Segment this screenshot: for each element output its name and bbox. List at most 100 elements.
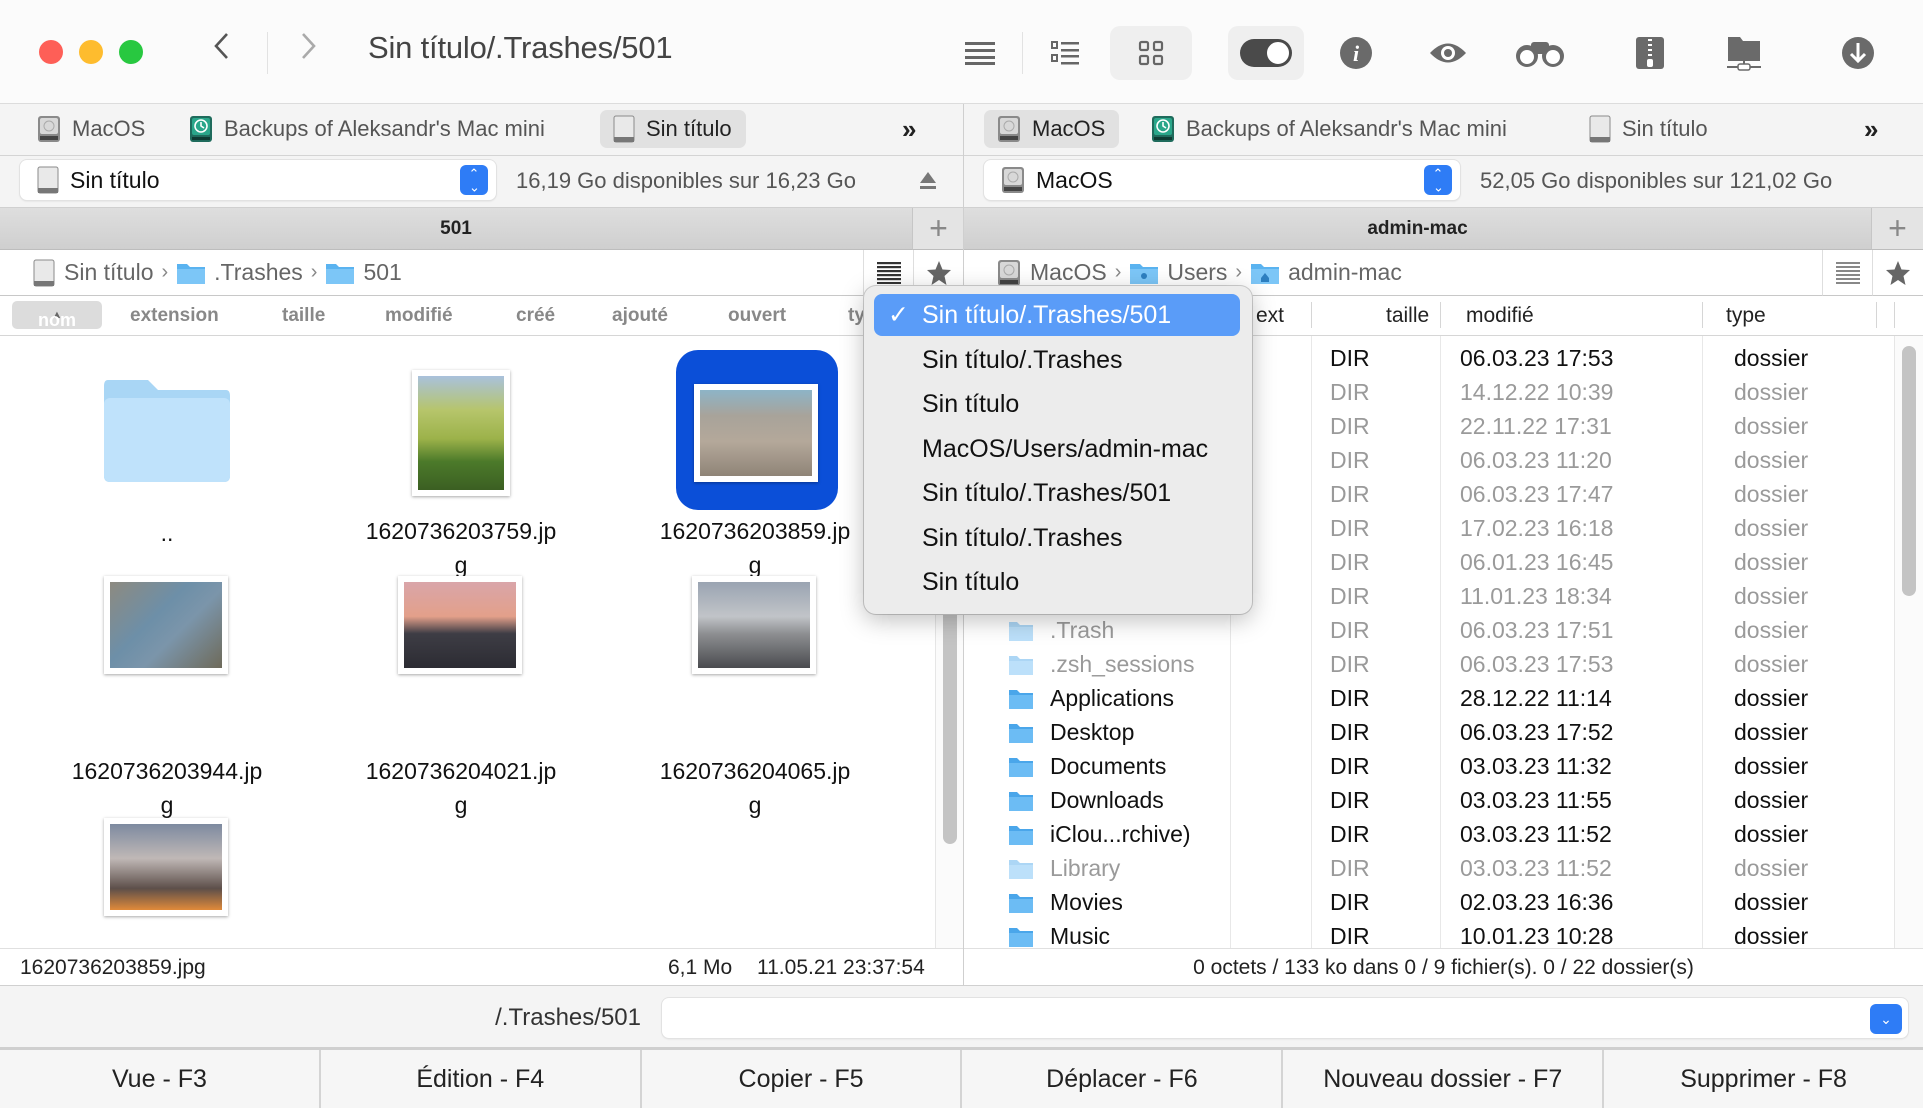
grid-item-image[interactable]: 1620736204021.jp g [336,576,586,818]
icon-view-button[interactable] [1110,26,1192,80]
file-row[interactable]: iClou...rchive) DIR 03.03.23 11:52 dossier [964,818,1864,852]
file-row[interactable]: Desktop DIR 06.03.23 17:52 dossier [964,716,1864,750]
right-new-tab-button[interactable]: + [1871,208,1923,250]
zoom-window-button[interactable] [119,40,143,64]
column-type[interactable]: type [1726,304,1766,328]
toggle-hidden-files-button[interactable] [1228,26,1304,80]
right-history-button[interactable] [1822,250,1872,296]
file-row[interactable]: Library DIR 03.03.23 11:52 dossier [964,852,1864,886]
grid-item-image[interactable]: 1620736203944.jp g [42,576,292,818]
file-row[interactable]: Documents DIR 03.03.23 11:32 dossier [964,750,1864,784]
new-folder-f7-button[interactable]: Nouveau dossier - F7 [1283,1050,1605,1108]
breadcrumb-item[interactable]: MacOS [1030,259,1107,286]
breadcrumb-item[interactable]: .Trashes [214,259,303,286]
move-f6-button[interactable]: Déplacer - F6 [962,1050,1284,1108]
folder-icon [1009,792,1033,811]
file-type: dossier [1734,855,1809,881]
column-modifie[interactable]: modifié [1466,304,1534,328]
grid-item-image[interactable] [42,818,292,948]
archive-button[interactable] [1612,26,1688,80]
edit-f4-button[interactable]: Édition - F4 [320,1050,642,1108]
history-menu-item[interactable]: Sin título/.Trashes [874,517,1240,559]
file-row[interactable]: Downloads DIR 03.03.23 11:55 dossier [964,784,1864,818]
info-button[interactable]: i [1318,26,1394,80]
minimize-window-button[interactable] [79,40,103,64]
column-ouvert[interactable]: ouvert [728,305,786,327]
right-scrollbar-track[interactable] [1894,336,1923,948]
column-taille[interactable]: taille [1386,304,1429,328]
network-folder-icon [1727,37,1761,71]
file-name: Movies [1050,889,1123,915]
left-volume-selector[interactable]: Sin título ⌃ ⌃ [20,160,496,200]
history-menu-item[interactable]: Sin título [874,383,1240,425]
copy-f5-button[interactable]: Copier - F5 [641,1050,963,1108]
grid-item-image[interactable]: 1620736204065.jp g [630,576,880,818]
history-menu-item[interactable]: Sin título/.Trashes [874,339,1240,381]
history-menu-item-label: MacOS/Users/admin-mac [922,434,1209,463]
column-type[interactable]: ty [848,305,865,327]
network-button[interactable] [1706,26,1782,80]
search-button[interactable] [1502,26,1578,80]
column-extension[interactable]: extension [130,305,219,327]
file-row[interactable]: Applications DIR 28.12.22 11:14 dossier [964,682,1864,716]
detail-view-button[interactable] [1026,26,1108,80]
right-scrollbar-thumb[interactable] [1902,346,1916,596]
column-taille[interactable]: taille [282,305,325,327]
command-input[interactable] [662,998,1908,1038]
eject-button[interactable] [918,170,938,197]
chevron-down-icon: ⌄ [1880,1010,1892,1027]
column-modifie[interactable]: modifié [385,305,453,327]
left-volume-tab-backups[interactable]: Backups of Aleksandr's Mac mini [176,110,559,148]
breadcrumb-item[interactable]: Sin título [64,259,154,286]
history-menu-item[interactable]: ✓ Sin título/.Trashes/501 [874,294,1240,336]
breadcrumb-item[interactable]: 501 [363,259,401,286]
file-row[interactable]: Music DIR 10.01.23 10:28 dossier [964,920,1864,948]
command-prompt-path: /.Trashes/501 [495,1004,641,1031]
file-size: DIR [1330,651,1370,677]
file-size: DIR [1330,617,1370,643]
command-history-dropdown[interactable]: ⌄ [1870,1004,1902,1034]
right-free-space: 52,05 Go disponibles sur 121,02 Go [1480,168,1833,193]
column-cree[interactable]: créé [516,305,555,327]
close-window-button[interactable] [39,40,63,64]
file-row[interactable]: .zsh_sessions DIR 06.03.23 17:53 dossier [964,648,1864,682]
file-row[interactable]: .Trash DIR 06.03.23 17:51 dossier [964,614,1864,648]
right-volume-tab-sin-titulo[interactable]: Sin título [1576,110,1722,148]
grid-item-image[interactable]: 1620736203759.jp g [336,336,586,578]
view-f3-button[interactable]: Vue - F3 [0,1050,321,1108]
folder-icon [326,263,355,284]
column-ext[interactable]: ext [1256,304,1284,328]
left-volume-tab-macos[interactable]: MacOS [24,110,159,148]
grid-item-parent[interactable]: .. [42,336,292,556]
history-menu-item[interactable]: Sin título [874,561,1240,603]
history-menu-item[interactable]: Sin título/.Trashes/501 [874,472,1240,514]
back-button[interactable] [212,30,232,70]
forward-button[interactable] [298,30,318,70]
eye-icon [1430,43,1466,63]
left-new-tab-button[interactable]: + [912,208,964,250]
file-type: dossier [1734,719,1809,745]
file-size: DIR [1330,787,1370,813]
right-volume-tab-macos[interactable]: MacOS [984,110,1120,148]
history-menu-item[interactable]: MacOS/Users/admin-mac [874,428,1240,470]
left-scrollbar-thumb[interactable] [943,606,957,844]
image-thumbnail [412,370,510,496]
right-volume-selector[interactable]: MacOS ⌃ ⌃ [984,160,1460,200]
column-nom[interactable]: nom ▲ [12,301,102,330]
download-button[interactable] [1820,26,1896,80]
quick-look-button[interactable] [1410,26,1486,80]
breadcrumb-item[interactable]: admin-mac [1288,259,1402,286]
grid-item-image-selected[interactable]: 1620736203859.jp g [630,336,880,578]
left-volume-tab-sin-titulo[interactable]: Sin título [600,110,746,148]
delete-f8-button[interactable]: Supprimer - F8 [1604,1050,1923,1108]
column-ajoute[interactable]: ajouté [612,305,668,327]
right-volume-tab-backups[interactable]: Backups of Aleksandr's Mac mini [1138,110,1521,148]
right-more-tabs-button[interactable]: » [1864,114,1878,145]
list-view-button[interactable] [940,26,1022,80]
file-name: Documents [1050,753,1167,779]
left-column-header: nom ▲ extension taille modifié créé ajout… [0,296,963,336]
right-favorites-button[interactable] [1872,250,1923,296]
file-row[interactable]: Movies DIR 02.03.23 16:36 dossier [964,886,1864,920]
breadcrumb-item[interactable]: Users [1167,259,1227,286]
left-more-tabs-button[interactable]: » [902,114,916,145]
